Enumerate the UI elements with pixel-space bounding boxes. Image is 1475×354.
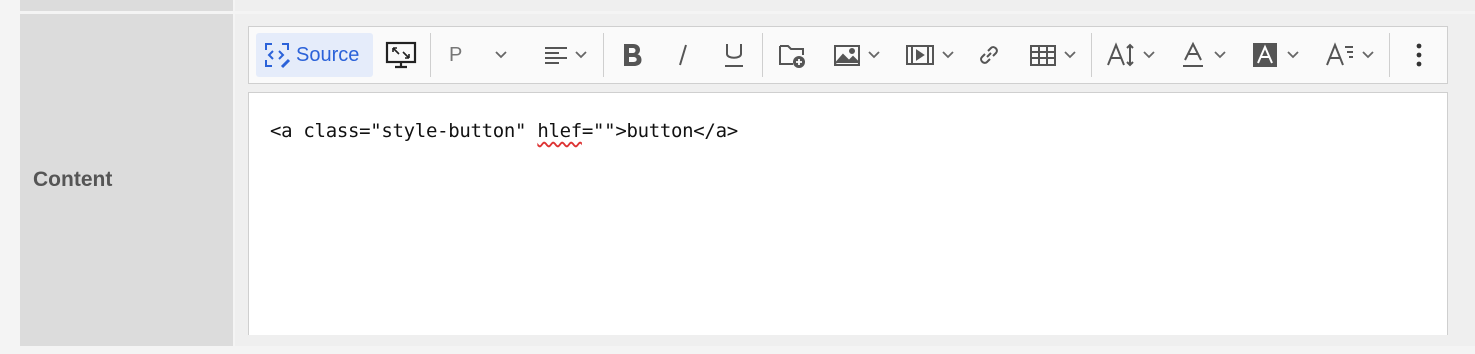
link-button[interactable] (969, 33, 1009, 77)
folder-add-icon (777, 40, 809, 70)
table-dropdown[interactable] (1023, 33, 1083, 77)
chevron-down-icon (1286, 50, 1300, 60)
chevron-down-icon (574, 50, 588, 60)
chevron-down-icon (1213, 50, 1227, 60)
italic-icon (673, 42, 693, 68)
misspelled-word: hlef (537, 120, 582, 142)
chevron-down-icon (1361, 50, 1375, 60)
image-dropdown[interactable] (827, 33, 887, 77)
underline-button[interactable] (714, 33, 754, 77)
chevron-down-icon (1142, 50, 1156, 60)
font-size-dropdown[interactable] (1101, 33, 1161, 77)
text-style-icon (1325, 42, 1355, 68)
previous-row-value-cell (235, 0, 1475, 11)
source-editor[interactable]: <a class="style-button" hlef="">button</… (248, 92, 1448, 335)
source-code-icon (262, 40, 292, 70)
editor-toolbar: Source P (248, 26, 1448, 84)
more-vertical-icon (1415, 42, 1423, 68)
monitor-icon (385, 40, 417, 70)
video-icon (905, 43, 935, 67)
content-label: Content (33, 168, 113, 191)
source-button[interactable]: Source (256, 33, 373, 77)
paragraph-format-dropdown[interactable]: P (439, 33, 519, 77)
toolbar-separator (1389, 33, 1390, 77)
align-dropdown[interactable] (533, 33, 597, 77)
underline-icon (722, 41, 746, 69)
content-label-cell: Content (20, 14, 233, 346)
bold-button[interactable] (612, 33, 652, 77)
paragraph-label: P (449, 43, 463, 66)
background-color-dropdown[interactable] (1247, 33, 1305, 77)
font-color-dropdown[interactable] (1175, 33, 1233, 77)
link-icon (976, 42, 1002, 68)
toolbar-separator (1091, 33, 1092, 77)
toolbar-separator (430, 33, 431, 77)
chevron-down-icon (1063, 50, 1077, 60)
image-icon (833, 43, 861, 67)
source-label: Source (296, 43, 360, 66)
table-icon (1029, 43, 1057, 67)
font-size-icon (1106, 42, 1138, 68)
bold-icon (621, 42, 643, 68)
media-dropdown[interactable] (899, 33, 961, 77)
chevron-down-icon (941, 50, 955, 60)
file-manager-button[interactable] (771, 33, 815, 77)
code-text-after: ="">button</a> (581, 120, 738, 142)
toolbar-separator (603, 33, 604, 77)
background-color-icon (1252, 42, 1278, 68)
chevron-down-icon (494, 50, 508, 60)
chevron-down-icon (867, 50, 881, 60)
text-style-dropdown[interactable] (1319, 33, 1381, 77)
font-color-icon (1181, 41, 1205, 69)
toolbar-separator (762, 33, 763, 77)
fullscreen-button[interactable] (379, 33, 423, 77)
previous-row-label-cell (20, 0, 233, 11)
editor-code-line: <a class="style-button" hlef="">button</… (270, 120, 738, 142)
code-text-before: <a class="style-button" (270, 120, 538, 142)
align-left-icon (542, 43, 570, 67)
italic-button[interactable] (663, 33, 703, 77)
more-button[interactable] (1399, 33, 1439, 77)
